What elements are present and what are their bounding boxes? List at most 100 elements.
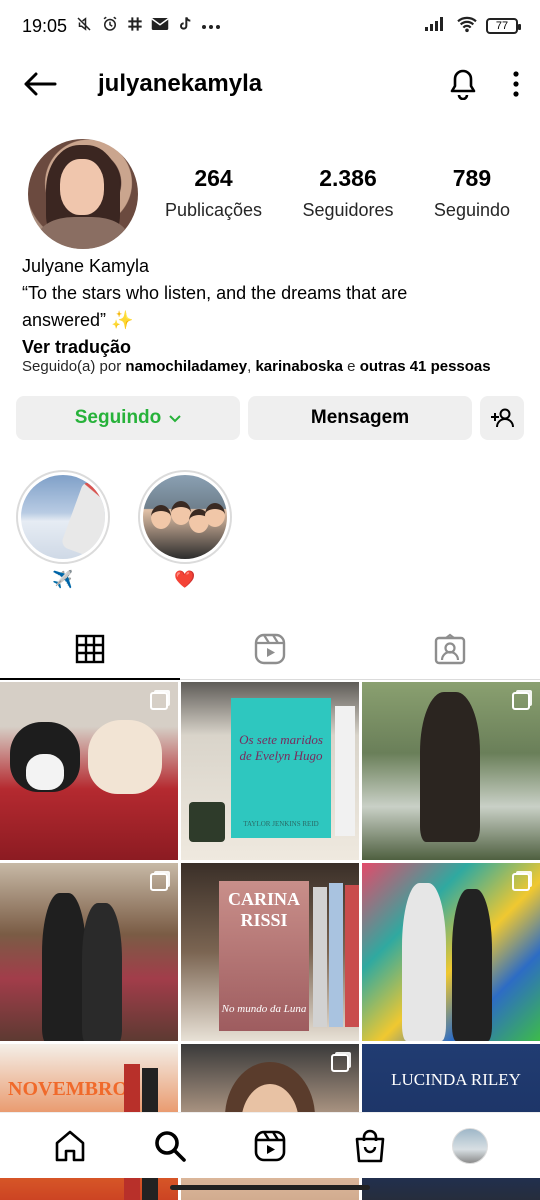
profile-name: Julyane Kamyla <box>22 256 150 276</box>
mute-icon <box>75 15 93 38</box>
add-user-icon <box>491 408 514 428</box>
person-man <box>402 883 446 1041</box>
book-spine <box>335 706 355 836</box>
message-button[interactable]: Mensagem <box>248 396 472 440</box>
stat-following[interactable]: 789 Seguindo <box>434 165 510 221</box>
home-icon <box>55 1130 85 1161</box>
book-author: CARINA RISSI <box>228 889 300 930</box>
tab-tagged[interactable] <box>360 618 540 679</box>
profile-stats: 264 Publicações 2.386 Seguidores 789 Seg… <box>165 165 510 221</box>
stat-posts[interactable]: 264 Publicações <box>165 165 262 221</box>
options-button[interactable] <box>512 71 520 97</box>
reels-icon <box>254 633 286 664</box>
bottom-navigation <box>0 1112 540 1178</box>
grid-post-couple-mural[interactable] <box>362 863 540 1041</box>
tab-posts[interactable] <box>0 618 180 680</box>
tab-reels[interactable] <box>180 618 360 679</box>
book-author: TAYLOR JENKINS REID <box>243 820 319 828</box>
bell-icon <box>450 69 476 100</box>
book-spine <box>329 883 343 1027</box>
nav-search[interactable] <box>146 1122 194 1170</box>
person-woman <box>452 889 492 1041</box>
friend-face <box>205 503 225 527</box>
status-bar: 19:05 77 <box>0 0 540 52</box>
nav-shop[interactable] <box>346 1122 394 1170</box>
stat-followers[interactable]: 2.386 Seguidores <box>302 165 393 221</box>
wifi-icon <box>456 15 478 38</box>
highlight-label: ❤️ <box>174 570 196 589</box>
reels-icon <box>254 1130 286 1161</box>
alarm-icon <box>101 15 119 38</box>
book-spine <box>345 885 359 1027</box>
highlight-ring <box>138 470 232 564</box>
arrow-left-icon <box>24 72 57 96</box>
profile-avatar[interactable] <box>28 139 138 249</box>
grid-post-book-carina[interactable]: CARINA RISSI No mundo da Luna <box>181 863 359 1041</box>
search-icon <box>155 1130 186 1162</box>
slack-icon <box>127 16 143 37</box>
more-vertical-icon <box>513 71 519 97</box>
back-button[interactable] <box>20 64 60 104</box>
followed-user-2: karinaboska <box>255 358 344 375</box>
nav-profile[interactable] <box>446 1122 494 1170</box>
nav-home[interactable] <box>46 1122 94 1170</box>
followed-by[interactable]: Seguido(a) por namochiladamey, karinabos… <box>22 358 491 375</box>
following-button[interactable]: Seguindo <box>16 396 240 440</box>
status-icons <box>75 15 221 38</box>
friend-face <box>151 505 171 529</box>
stat-followers-label: Seguidores <box>302 200 394 220</box>
status-time: 19:05 <box>22 15 68 36</box>
profile-header: julyanekamyla <box>0 52 540 116</box>
avatar-face <box>60 159 104 215</box>
carousel-icon <box>150 692 168 710</box>
highlight-travel[interactable]: ✈️ <box>16 470 110 592</box>
grid-icon <box>75 634 105 663</box>
highlight-cover-airplane <box>21 475 105 559</box>
friend-face <box>171 501 191 525</box>
followed-user-1: namochiladamey <box>125 358 248 375</box>
person-woman <box>82 903 122 1041</box>
highlight-label: ✈️ <box>52 570 74 589</box>
signal-icon <box>424 16 448 37</box>
highlight-ring <box>16 470 110 564</box>
carousel-icon <box>331 1054 349 1072</box>
profile-avatar-mini <box>452 1127 488 1164</box>
followed-and: e <box>343 358 360 375</box>
battery-level: 77 <box>495 20 509 32</box>
following-label: Seguindo <box>74 407 162 428</box>
more-dots-icon <box>201 17 221 35</box>
stat-following-value: 789 <box>452 165 492 191</box>
nav-reels[interactable] <box>246 1122 294 1170</box>
carousel-icon <box>512 692 530 710</box>
profile-username: julyanekamyla <box>98 70 263 97</box>
bio-line-2: answered” ✨ <box>22 310 134 330</box>
person <box>420 692 480 842</box>
chevron-down-icon <box>169 407 181 429</box>
stat-posts-value: 264 <box>194 165 233 191</box>
grid-post-glass-bridge[interactable] <box>362 682 540 860</box>
tiktok-icon <box>177 15 193 38</box>
avatar-body <box>38 217 128 249</box>
highlight-cover-friends <box>143 475 227 559</box>
grid-post-book-evelyn[interactable]: Os sete maridos de Evelyn Hugo TAYLOR JE… <box>181 682 359 860</box>
stat-following-label: Seguindo <box>433 200 510 220</box>
notifications-button[interactable] <box>448 68 478 100</box>
airplane-wing <box>60 480 105 559</box>
bio-line-1: “To the stars who listen, and the dreams… <box>22 283 408 303</box>
book-title: No mundo da Luna <box>221 1003 307 1015</box>
grid-post-cats[interactable] <box>0 682 178 860</box>
carousel-icon <box>150 873 168 891</box>
see-translation-link[interactable]: Ver tradução <box>22 334 522 361</box>
book-title: Os sete maridos de Evelyn Hugo <box>239 732 323 763</box>
tagged-icon <box>434 633 466 664</box>
profile-bio: Julyane Kamyla “To the stars who listen,… <box>22 253 522 361</box>
home-indicator[interactable] <box>170 1185 370 1190</box>
message-label: Mensagem <box>310 407 410 428</box>
book-cover <box>231 698 331 838</box>
battery-icon: 77 <box>486 18 521 34</box>
book-title: NOVEMBRO, <box>8 1078 133 1100</box>
stat-posts-label: Publicações <box>165 200 263 220</box>
suggested-users-button[interactable] <box>480 396 524 440</box>
grid-post-couple-kiss[interactable] <box>0 863 178 1041</box>
highlight-love[interactable]: ❤️ <box>138 470 232 592</box>
